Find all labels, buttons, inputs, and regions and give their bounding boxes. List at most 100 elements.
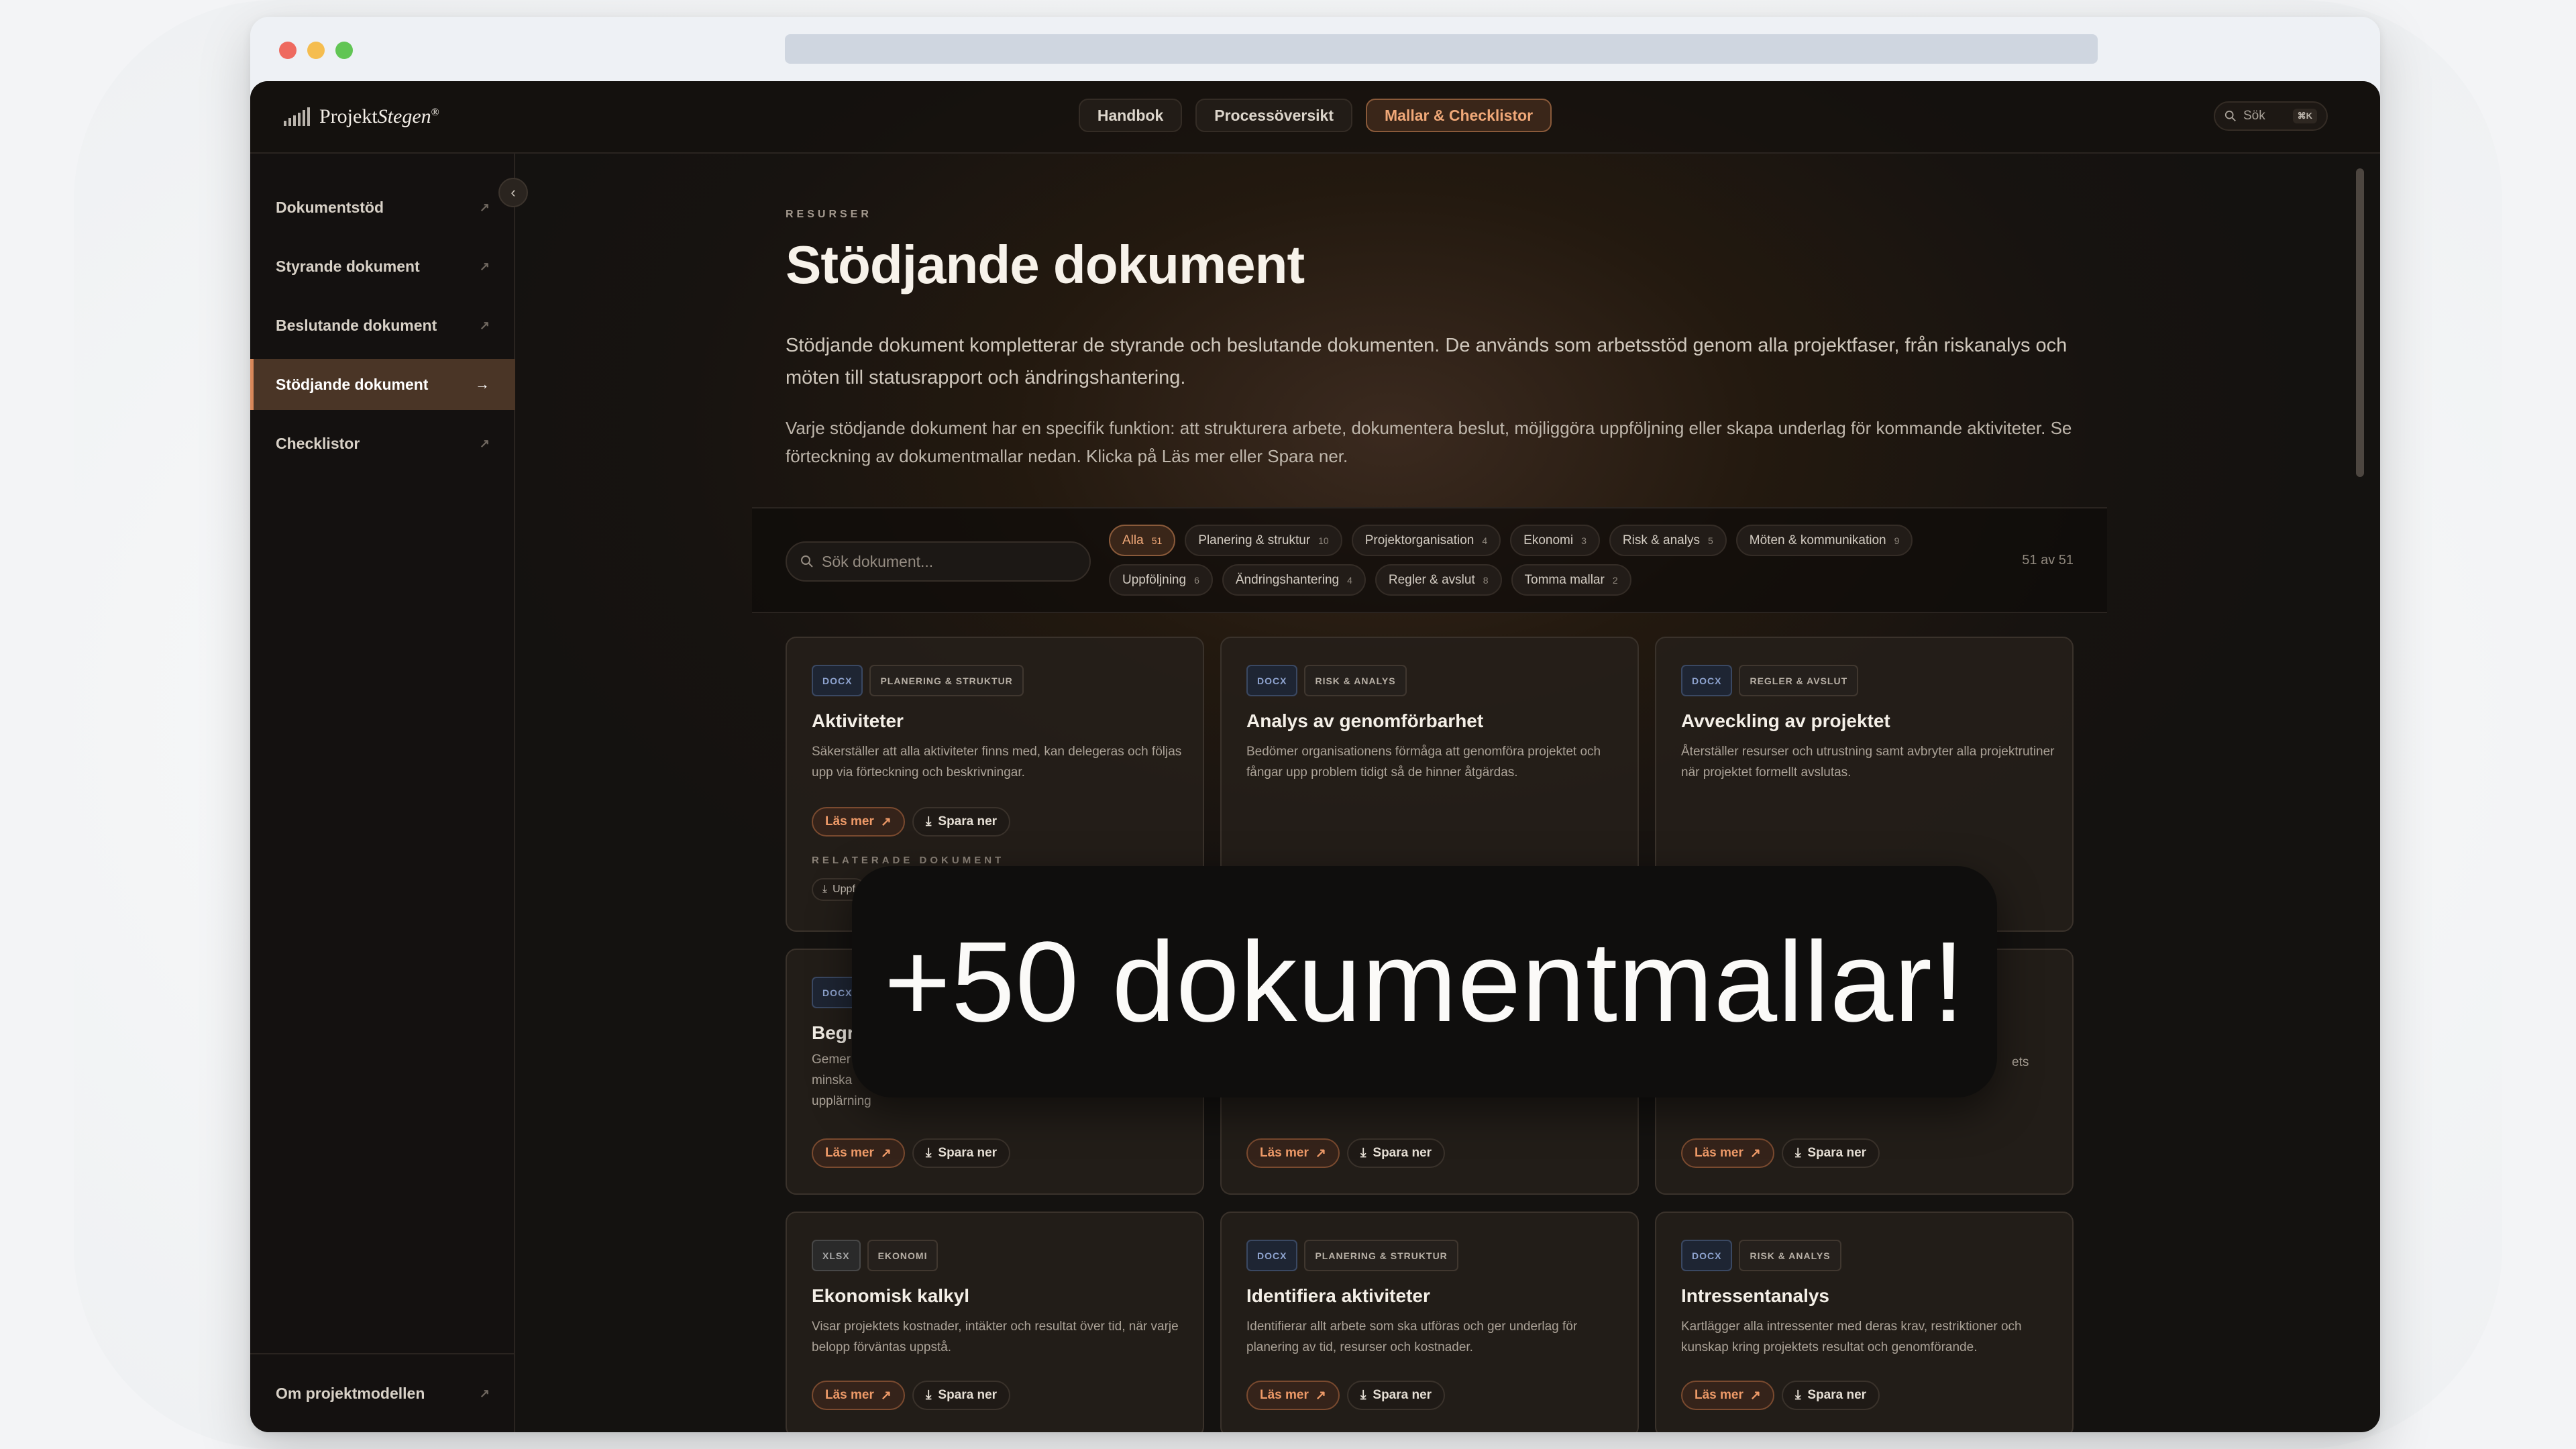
arrow-up-right-icon: ↗	[1315, 1388, 1326, 1403]
format-badge: DOCX	[1246, 1240, 1298, 1271]
category-chips: Alla 51 Planering & struktur 10 Projektorg…	[1109, 525, 2001, 596]
top-nav: Handbok Processöversikt Mallar & Checkli…	[250, 99, 2380, 132]
card-title: Analys av genomförbarhet	[1246, 710, 1484, 731]
minimize-window-button[interactable]	[307, 42, 325, 59]
read-more-button[interactable]: Läs mer ↗	[812, 1381, 905, 1410]
read-more-button[interactable]: Läs mer ↗	[812, 1138, 905, 1168]
chip-andringshantering[interactable]: Ändringshantering 4	[1222, 564, 1366, 596]
download-button[interactable]: ⤓ Spara ner	[1782, 1138, 1880, 1168]
browser-chrome	[250, 17, 2380, 81]
card-title: Avveckling av projektet	[1681, 710, 1890, 731]
download-icon: ⤓	[822, 883, 828, 895]
chevron-left-icon: ‹	[511, 184, 516, 201]
arrow-up-right-icon: ↗	[1750, 1388, 1761, 1403]
chip-moten[interactable]: Möten & kommunikation 9	[1735, 525, 1913, 556]
filter-bar: Sök dokument... Alla 51 Planering & struk…	[752, 507, 2107, 613]
promo-overlay: +50 dokumentmallar!	[852, 866, 1997, 1097]
global-search-button[interactable]: Sök ⌘K	[2214, 101, 2328, 131]
arrow-up-right-icon: ↗	[880, 814, 892, 829]
format-badge: DOCX	[1681, 665, 1733, 696]
chip-risk[interactable]: Risk & analys 5	[1609, 525, 1727, 556]
download-button[interactable]: ⤓ Spara ner	[912, 1381, 1011, 1410]
arrow-up-right-icon: ↗	[1750, 1146, 1761, 1161]
format-badge: DOCX	[1681, 1240, 1733, 1271]
category-badge: PLANERING & STRUKTUR	[1304, 1240, 1458, 1271]
chip-projektorganisation[interactable]: Projektorganisation 4	[1351, 525, 1501, 556]
close-window-button[interactable]	[279, 42, 297, 59]
sidebar-item-styrande[interactable]: Styrande dokument ↗	[250, 241, 515, 292]
sidebar-item-checklistor[interactable]: Checklistor ↗	[250, 418, 515, 469]
download-icon: ⤓	[1360, 1146, 1366, 1160]
app: ProjektStegen® Handbok Processöversikt M…	[250, 81, 2380, 1432]
read-more-button[interactable]: Läs mer ↗	[1681, 1381, 1774, 1410]
nav-processoversikt[interactable]: Processöversikt	[1195, 99, 1352, 132]
card-title: Aktiviteter	[812, 710, 904, 731]
arrow-up-right-icon: ↗	[479, 259, 490, 273]
sidebar-item-om-projektmodellen[interactable]: Om projektmodellen ↗	[250, 1368, 515, 1419]
category-badge: RISK & ANALYS	[1739, 1240, 1841, 1271]
arrow-up-right-icon: ↗	[479, 200, 490, 214]
card-title: Identifiera aktiviteter	[1246, 1285, 1430, 1306]
sidebar: Dokumentstöd ↗ Styrande dokument ↗ Besluta…	[250, 154, 515, 1432]
browser-window: ProjektStegen® Handbok Processöversikt M…	[250, 17, 2380, 1432]
search-shortcut: ⌘K	[2292, 109, 2317, 123]
download-button[interactable]: ⤓ Spara ner	[912, 1138, 1011, 1168]
card-description: Säkerställer att alla aktiviteter finns …	[812, 745, 1182, 780]
download-icon: ⤓	[1360, 1388, 1366, 1402]
read-more-button[interactable]: Läs mer ↗	[1246, 1138, 1340, 1168]
read-more-button[interactable]: Läs mer ↗	[1681, 1138, 1774, 1168]
chip-regler[interactable]: Regler & avslut 8	[1375, 564, 1502, 596]
download-button[interactable]: ⤓ Spara ner	[1782, 1381, 1880, 1410]
sidebar-item-dokumentstod[interactable]: Dokumentstöd ↗	[250, 182, 515, 233]
arrow-up-right-icon: ↗	[479, 318, 490, 332]
sidebar-collapse-button[interactable]: ‹	[498, 178, 528, 207]
card-title: Intressentanalys	[1681, 1285, 1829, 1306]
scrollbar[interactable]	[2356, 168, 2364, 477]
section-eyebrow: RESURSER	[786, 209, 872, 220]
category-badge: REGLER & AVSLUT	[1739, 665, 1859, 696]
nav-handbok[interactable]: Handbok	[1078, 99, 1183, 132]
arrow-up-right-icon: ↗	[880, 1388, 892, 1403]
arrow-right-icon: →	[475, 376, 490, 392]
top-bar: ProjektStegen® Handbok Processöversikt M…	[250, 81, 2380, 154]
chip-alla[interactable]: Alla 51	[1109, 525, 1176, 556]
sidebar-footer: Om projektmodellen ↗	[250, 1353, 515, 1432]
download-button[interactable]: ⤓ Spara ner	[1347, 1381, 1446, 1410]
search-placeholder: Sök dokument...	[822, 552, 934, 570]
chip-uppfoljning[interactable]: Uppföljning 6	[1109, 564, 1213, 596]
search-label: Sök	[2243, 109, 2265, 123]
card-description: Kartlägger alla intressenter med deras k…	[1681, 1320, 2022, 1354]
chip-ekonomi[interactable]: Ekonomi 3	[1510, 525, 1600, 556]
read-more-button[interactable]: Läs mer ↗	[812, 807, 905, 837]
read-more-button[interactable]: Läs mer ↗	[1246, 1381, 1340, 1410]
maximize-window-button[interactable]	[335, 42, 353, 59]
arrow-up-right-icon: ↗	[1315, 1146, 1326, 1161]
download-icon: ⤓	[926, 814, 932, 828]
category-badge: PLANERING & STRUKTUR	[869, 665, 1024, 696]
page-description: Varje stödjande dokument har en specifik…	[786, 418, 2072, 466]
download-button[interactable]: ⤓ Spara ner	[1347, 1138, 1446, 1168]
format-badge: DOCX	[812, 665, 863, 696]
category-badge: RISK & ANALYS	[1304, 665, 1407, 696]
nav-mallar-checklistor[interactable]: Mallar & Checklistor	[1365, 99, 1552, 132]
document-search-input[interactable]: Sök dokument...	[786, 541, 1091, 582]
card-title: Ekonomisk kalkyl	[812, 1285, 970, 1306]
download-icon: ⤓	[926, 1146, 932, 1160]
card-description: Visar projektets kostnader, intäkter och…	[812, 1320, 1179, 1354]
format-badge: XLSX	[812, 1240, 861, 1271]
card-description: ets	[2012, 1055, 2029, 1069]
document-card: DOCX PLANERING & STRUKTUR Identifiera akt…	[1220, 1212, 1639, 1432]
chip-tomma-mallar[interactable]: Tomma mallar 2	[1511, 564, 1631, 596]
arrow-up-right-icon: ↗	[479, 436, 490, 450]
address-bar[interactable]	[785, 34, 2098, 64]
document-card: DOCX RISK & ANALYS Intressentanalys Kartl…	[1655, 1212, 2074, 1432]
download-icon: ⤓	[926, 1388, 932, 1402]
download-button[interactable]: ⤓ Spara ner	[912, 807, 1011, 837]
sidebar-item-stodjande[interactable]: Stödjande dokument →	[250, 359, 515, 410]
card-description: Återställer resurser och utrustning samt…	[1681, 745, 2055, 780]
download-icon: ⤓	[1795, 1388, 1801, 1402]
download-icon: ⤓	[1795, 1146, 1801, 1160]
related-label: RELATERADE DOKUMENT	[812, 855, 1005, 866]
sidebar-item-beslutande[interactable]: Beslutande dokument ↗	[250, 300, 515, 351]
chip-planering[interactable]: Planering & struktur 10	[1185, 525, 1342, 556]
